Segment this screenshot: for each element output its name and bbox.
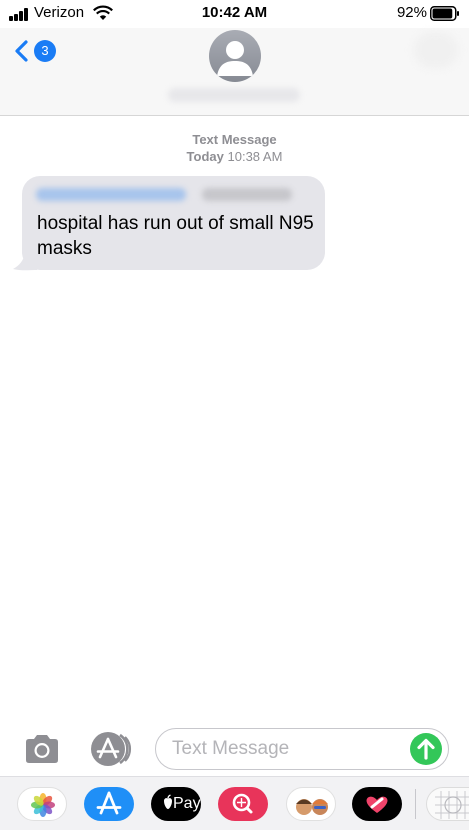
contact-info-button[interactable]: [414, 32, 458, 68]
web-search-icon: [232, 793, 253, 814]
battery-percentage: 92%: [396, 4, 427, 21]
memoji-app-icon[interactable]: [286, 787, 336, 821]
message-text: hospital has run out of small N95 masks: [37, 213, 314, 259]
message-composer[interactable]: [155, 728, 449, 770]
photos-app-icon[interactable]: [17, 787, 67, 821]
message-timestamp: Today 10:38 AM: [0, 149, 469, 164]
web-search-app-icon[interactable]: [218, 787, 268, 821]
app-store-button[interactable]: [88, 730, 134, 768]
app-drawer-divider: [415, 789, 416, 819]
status-bar: Verizon 10:42 AM 92%: [0, 0, 469, 28]
redacted-sender-detail: [202, 188, 292, 201]
redacted-sender: [36, 188, 186, 201]
message-input[interactable]: [172, 729, 402, 769]
app-store-app-icon[interactable]: [84, 787, 134, 821]
memoji-icon: [296, 799, 328, 815]
incoming-message-bubble[interactable]: hospital has run out of small N95 masks: [22, 176, 325, 270]
back-button[interactable]: 3: [14, 36, 62, 66]
apple-pay-label: Pay: [173, 795, 201, 812]
contact-name-redacted[interactable]: [168, 88, 300, 102]
person-icon: [217, 41, 253, 76]
grid-icon: [435, 791, 469, 819]
timestamp-date: Today: [186, 149, 224, 164]
app-drawer: Pay: [0, 776, 469, 830]
send-button[interactable]: [410, 733, 442, 765]
apple-pay-app-icon[interactable]: Pay: [151, 787, 201, 821]
more-apps-icon[interactable]: [426, 787, 469, 821]
service-label: Text Message: [192, 132, 277, 147]
conversation-header: 3: [0, 28, 469, 116]
camera-icon[interactable]: [22, 733, 62, 765]
photos-icon: [31, 793, 55, 817]
app-store-icon: [96, 791, 122, 815]
arrow-up-icon: [417, 738, 435, 760]
timestamp-time: 10:38 AM: [227, 149, 283, 164]
contact-avatar[interactable]: [209, 30, 261, 82]
chevron-left-icon: [15, 40, 28, 62]
digital-touch-icon: [366, 796, 388, 813]
digital-touch-app-icon[interactable]: [352, 787, 402, 821]
unread-count-badge: 3: [34, 40, 56, 62]
battery-icon: [430, 6, 459, 21]
